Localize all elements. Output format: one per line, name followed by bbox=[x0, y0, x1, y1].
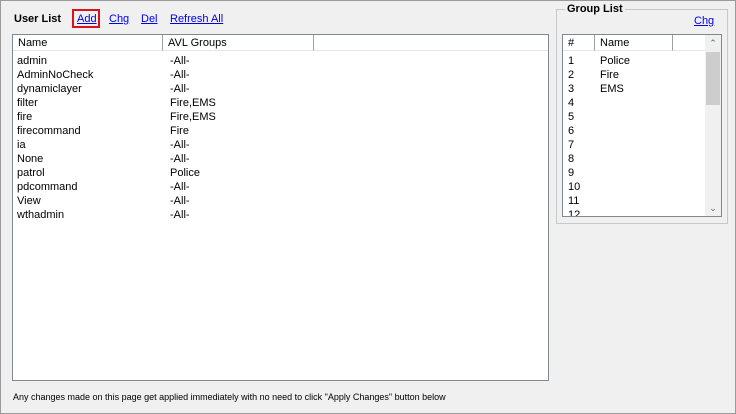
avl-groups-cell: Fire,EMS bbox=[170, 97, 216, 109]
change-group-link[interactable]: Chg bbox=[694, 15, 714, 27]
table-row[interactable]: dynamiclayer -All- bbox=[13, 82, 548, 96]
group-number-cell: 4 bbox=[568, 97, 575, 109]
avl-groups-cell: Fire bbox=[170, 125, 189, 137]
add-user-link[interactable]: Add bbox=[77, 13, 97, 25]
group-number-cell: 1 bbox=[568, 55, 575, 67]
user-list-table[interactable]: Name AVL Groups admin -All- AdminNoCheck -A… bbox=[12, 34, 549, 381]
chevron-down-icon[interactable]: ⌄ bbox=[705, 200, 721, 216]
table-row[interactable]: pdcommand -All- bbox=[13, 180, 548, 194]
avl-groups-cell: -All- bbox=[170, 181, 190, 193]
user-name-cell: ia bbox=[17, 139, 26, 151]
list-item[interactable]: 6 bbox=[563, 124, 706, 138]
list-item[interactable]: 5 bbox=[563, 110, 706, 124]
user-name-cell: View bbox=[17, 195, 41, 207]
list-item[interactable]: 2 Fire bbox=[563, 68, 706, 82]
group-number-cell: 2 bbox=[568, 69, 575, 81]
group-list-table[interactable]: # Name 1 Police 2 Fire 3 EMS 4 5 6 7 8 9 10 11 12 ⌃ ⌄ bbox=[562, 34, 722, 217]
group-number-cell: 3 bbox=[568, 83, 575, 95]
group-name-cell: Fire bbox=[600, 69, 619, 81]
avl-groups-cell: -All- bbox=[170, 55, 190, 67]
user-name-cell: wthadmin bbox=[17, 209, 65, 221]
user-name-cell: patrol bbox=[17, 167, 45, 179]
avl-groups-cell: Fire,EMS bbox=[170, 111, 216, 123]
table-row[interactable]: None -All- bbox=[13, 152, 548, 166]
user-name-cell: filter bbox=[17, 97, 38, 109]
table-row[interactable]: AdminNoCheck -All- bbox=[13, 68, 548, 82]
avl-groups-cell: -All- bbox=[170, 195, 190, 207]
avl-groups-cell: Police bbox=[170, 167, 200, 179]
column-header-group-name[interactable]: Name bbox=[595, 35, 673, 51]
table-row[interactable]: filter Fire,EMS bbox=[13, 96, 548, 110]
list-item[interactable]: 12 bbox=[563, 208, 706, 217]
table-row[interactable]: patrol Police bbox=[13, 166, 548, 180]
list-item[interactable]: 1 Police bbox=[563, 54, 706, 68]
user-name-cell: dynamiclayer bbox=[17, 83, 82, 95]
footer-note: Any changes made on this page get applie… bbox=[13, 392, 446, 402]
table-row[interactable]: View -All- bbox=[13, 194, 548, 208]
group-list-title: Group List bbox=[565, 3, 625, 15]
group-list-scrollbar[interactable]: ⌃ ⌄ bbox=[705, 35, 721, 216]
group-number-cell: 12 bbox=[568, 209, 581, 217]
list-item[interactable]: 8 bbox=[563, 152, 706, 166]
avl-groups-cell: -All- bbox=[170, 153, 190, 165]
list-item[interactable]: 7 bbox=[563, 138, 706, 152]
table-row[interactable]: firecommand Fire bbox=[13, 124, 548, 138]
column-header-empty bbox=[673, 35, 706, 51]
user-name-cell: firecommand bbox=[17, 125, 81, 137]
column-header-name[interactable]: Name bbox=[13, 35, 163, 51]
table-row[interactable]: admin -All- bbox=[13, 54, 548, 68]
group-name-cell: Police bbox=[600, 55, 630, 67]
list-item[interactable]: 11 bbox=[563, 194, 706, 208]
list-item[interactable]: 10 bbox=[563, 180, 706, 194]
avl-groups-cell: -All- bbox=[170, 83, 190, 95]
table-row[interactable]: fire Fire,EMS bbox=[13, 110, 548, 124]
column-header-avl-groups[interactable]: AVL Groups bbox=[163, 35, 314, 51]
group-number-cell: 5 bbox=[568, 111, 575, 123]
column-header-number[interactable]: # bbox=[563, 35, 595, 51]
table-row[interactable]: ia -All- bbox=[13, 138, 548, 152]
column-header-empty bbox=[314, 35, 548, 51]
table-row[interactable]: wthadmin -All- bbox=[13, 208, 548, 222]
group-number-cell: 10 bbox=[568, 181, 581, 193]
avl-groups-cell: -All- bbox=[170, 209, 190, 221]
user-name-cell: admin bbox=[17, 55, 47, 67]
chevron-up-icon[interactable]: ⌃ bbox=[705, 35, 721, 51]
user-name-cell: AdminNoCheck bbox=[17, 69, 94, 81]
scroll-thumb[interactable] bbox=[706, 52, 720, 105]
refresh-all-link[interactable]: Refresh All bbox=[170, 13, 223, 25]
user-name-cell: pdcommand bbox=[17, 181, 78, 193]
group-number-cell: 7 bbox=[568, 139, 575, 151]
list-item[interactable]: 9 bbox=[563, 166, 706, 180]
group-number-cell: 8 bbox=[568, 153, 575, 165]
group-number-cell: 9 bbox=[568, 167, 575, 179]
list-item[interactable]: 3 EMS bbox=[563, 82, 706, 96]
avl-groups-cell: -All- bbox=[170, 69, 190, 81]
delete-user-link[interactable]: Del bbox=[141, 13, 158, 25]
change-user-link[interactable]: Chg bbox=[109, 13, 129, 25]
group-name-cell: EMS bbox=[600, 83, 624, 95]
user-name-cell: fire bbox=[17, 111, 33, 123]
group-number-cell: 11 bbox=[568, 195, 580, 207]
user-list-title: User List bbox=[14, 13, 62, 25]
user-name-cell: None bbox=[17, 153, 44, 165]
avl-groups-cell: -All- bbox=[170, 139, 190, 151]
list-item[interactable]: 4 bbox=[563, 96, 706, 110]
group-number-cell: 6 bbox=[568, 125, 575, 137]
